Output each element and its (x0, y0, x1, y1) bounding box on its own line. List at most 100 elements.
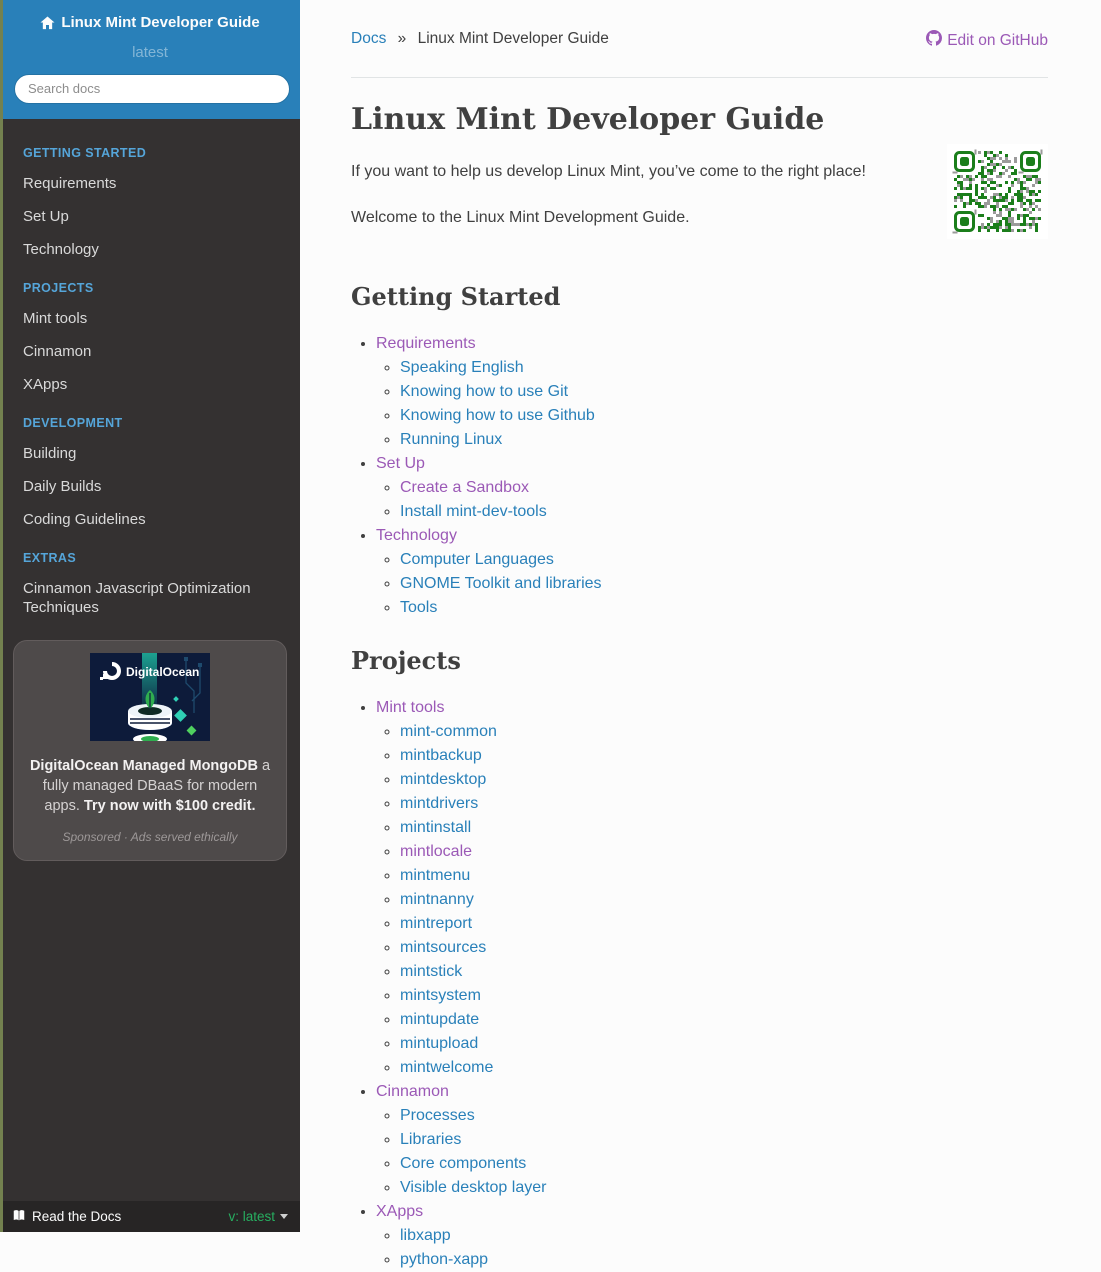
toc-link[interactable]: Computer Languages (400, 551, 554, 568)
project-title: Linux Mint Developer Guide (61, 14, 260, 31)
rtd-version-switcher[interactable]: v: latest (228, 1209, 288, 1224)
rtd-brand-label: Read the Docs (32, 1209, 122, 1224)
chevron-down-icon (280, 1214, 288, 1219)
toc-link[interactable]: mintlocale (400, 843, 472, 860)
toc-link[interactable]: python-xapp (400, 1251, 488, 1268)
toc-list: Mint tools mint-common mintbackup mintdeskt… (376, 696, 1048, 1272)
toc-subitem: mintreport (400, 912, 1048, 936)
toc-subitem: mintdesktop (400, 768, 1048, 792)
rtd-brand-link[interactable]: Read the Docs (12, 1209, 121, 1225)
rtd-flyout: Read the Docs v: latest (0, 1201, 300, 1232)
sidebar-item-cinnamon-javascript-optimization-techniques[interactable]: Cinnamon Javascript Optimization Techniq… (0, 572, 300, 624)
toc-link[interactable]: mintbackup (400, 747, 482, 764)
toc-subitem: Processes (400, 1104, 1048, 1128)
toc-link[interactable]: mintdrivers (400, 795, 478, 812)
qr-code-image (947, 144, 1048, 244)
book-icon (12, 1209, 26, 1225)
toc-link[interactable]: mintstick (400, 963, 462, 980)
toc-sublist: Speaking English Knowing how to use Git Kn… (400, 356, 1048, 452)
github-icon (926, 30, 943, 51)
toc-link[interactable]: mintupdate (400, 1011, 479, 1028)
breadcrumb-docs-link[interactable]: Docs (351, 30, 386, 47)
project-home-link[interactable]: Linux Mint Developer Guide (40, 13, 260, 32)
toc-link[interactable]: Processes (400, 1107, 475, 1124)
toc-subitem: mintdrivers (400, 792, 1048, 816)
toc-link[interactable]: Cinnamon (376, 1083, 449, 1100)
toc-link[interactable]: Technology (376, 527, 457, 544)
toc-item: Set Up Create a Sandbox Install mint-dev-t… (376, 452, 1048, 524)
toc-link[interactable]: libxapp (400, 1227, 451, 1244)
toc-link[interactable]: mintsources (400, 939, 486, 956)
ad-copy[interactable]: DigitalOcean Managed MongoDB a fully man… (27, 756, 273, 816)
toc-subitem: Knowing how to use Git (400, 380, 1048, 404)
toc-sublist: Create a Sandbox Install mint-dev-tools (400, 476, 1048, 524)
toc-link[interactable]: Tools (400, 599, 437, 616)
toc-link[interactable]: Create a Sandbox (400, 479, 529, 496)
toc-link[interactable]: Mint tools (376, 699, 444, 716)
toc-link[interactable]: mintreport (400, 915, 472, 932)
sidebar-item-mint-tools[interactable]: Mint tools (0, 302, 300, 335)
sidebar-item-cinnamon[interactable]: Cinnamon (0, 335, 300, 368)
toc-link[interactable]: mint-common (400, 723, 497, 740)
toc-link[interactable]: mintdesktop (400, 771, 486, 788)
toc-link[interactable]: mintwelcome (400, 1059, 493, 1076)
ad-cta: Try now with $100 credit. (83, 797, 256, 814)
toc-link[interactable]: Core components (400, 1155, 526, 1172)
nav-caption: GETTING STARTED (23, 145, 147, 160)
toc-link[interactable]: mintmenu (400, 867, 470, 884)
search-form (14, 73, 290, 104)
ad-image[interactable]: DigitalOcean (90, 652, 210, 744)
nav-caption: DEVELOPMENT (23, 415, 123, 430)
toc-sublist: Processes Libraries Core components Visible… (400, 1104, 1048, 1200)
toc-link[interactable]: Requirements (376, 335, 476, 352)
toc-sections: Getting Started Requirements Speaking Engl… (351, 282, 1048, 1272)
toc-link[interactable]: Visible desktop layer (400, 1179, 546, 1196)
toc-subitem: mintwelcome (400, 1056, 1048, 1080)
toc-link[interactable]: GNOME Toolkit and libraries (400, 575, 602, 592)
toc-item: Mint tools mint-common mintbackup mintdeskt… (376, 696, 1048, 1080)
toc-link[interactable]: XApps (376, 1203, 423, 1220)
toc-sublist: mint-common mintbackup mintdesktop mintdriv… (400, 720, 1048, 1080)
window-edge-strip (0, 0, 3, 1232)
main-content: Docs » Linux Mint Developer Guide Edit o… (300, 0, 1101, 1272)
search-input[interactable] (14, 73, 290, 104)
toc-subitem: Visible desktop layer (400, 1176, 1048, 1200)
toc-subitem: Create a Sandbox (400, 476, 1048, 500)
toc-link[interactable]: Libraries (400, 1131, 461, 1148)
toc-link[interactable]: mintupload (400, 1035, 478, 1052)
toc-list: Requirements Speaking English Knowing how … (376, 332, 1048, 620)
toc-sublist: libxapp python-xapp (400, 1224, 1048, 1272)
toc-link[interactable]: Knowing how to use Git (400, 383, 568, 400)
toc-item: XApps libxapp python-xapp (376, 1200, 1048, 1272)
toc-link[interactable]: Speaking English (400, 359, 524, 376)
page-title: Linux Mint Developer Guide (351, 102, 825, 137)
sidebar-item-requirements[interactable]: Requirements (0, 167, 300, 200)
toc-subitem: mintlocale (400, 840, 1048, 864)
sidebar-item-set-up[interactable]: Set Up (0, 200, 300, 233)
toc-subitem: mintbackup (400, 744, 1048, 768)
toc-link[interactable]: mintinstall (400, 819, 471, 836)
toc-link[interactable]: Running Linux (400, 431, 502, 448)
edit-on-github-link[interactable]: Edit on GitHub (926, 30, 1048, 51)
toc-subitem: mintstick (400, 960, 1048, 984)
toc-subitem: Speaking English (400, 356, 1048, 380)
sidebar-item-xapps[interactable]: XApps (0, 368, 300, 401)
toc-item: Cinnamon Processes Libraries Core component… (376, 1080, 1048, 1200)
toc-subitem: mintnanny (400, 888, 1048, 912)
sidebar-item-daily-builds[interactable]: Daily Builds (0, 470, 300, 503)
toc-subitem: mintinstall (400, 816, 1048, 840)
toc-link[interactable]: Install mint-dev-tools (400, 503, 547, 520)
sidebar-item-building[interactable]: Building (0, 437, 300, 470)
nav-caption: EXTRAS (23, 550, 77, 565)
toc-subitem: libxapp (400, 1224, 1048, 1248)
ad-brand-text: DigitalOcean (126, 665, 199, 679)
ad-headline: DigitalOcean Managed MongoDB (29, 757, 258, 774)
toc-link[interactable]: mintsystem (400, 987, 481, 1004)
toc-subitem: Running Linux (400, 428, 1048, 452)
toc-link[interactable]: mintnanny (400, 891, 474, 908)
sidebar-item-coding-guidelines[interactable]: Coding Guidelines (0, 503, 300, 536)
toc-link[interactable]: Set Up (376, 455, 425, 472)
sidebar-item-technology[interactable]: Technology (0, 233, 300, 266)
rtd-version-label: v: latest (228, 1209, 275, 1224)
toc-link[interactable]: Knowing how to use Github (400, 407, 595, 424)
